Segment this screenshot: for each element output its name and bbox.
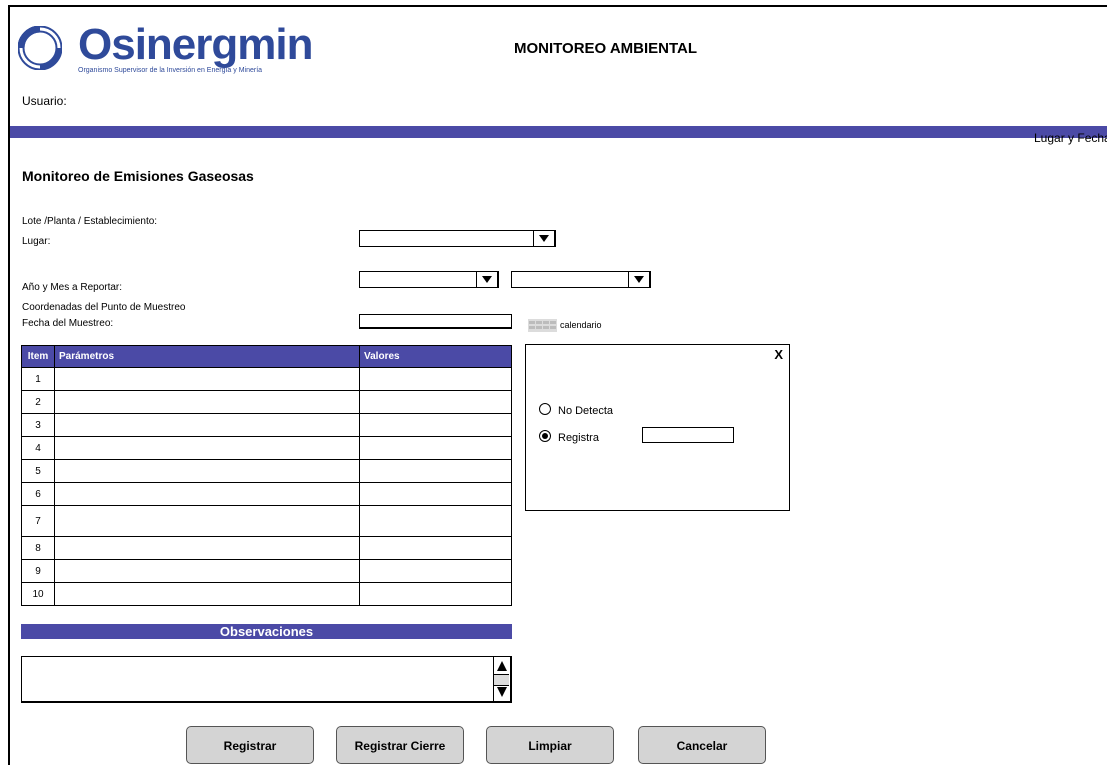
coordenadas-label: Coordenadas del Punto de Muestreo: [22, 302, 186, 313]
row-parametro[interactable]: [54, 413, 360, 437]
table-row: 6: [21, 482, 512, 506]
observaciones-textarea[interactable]: [21, 656, 512, 703]
chevron-down-icon: [482, 276, 492, 283]
observaciones-scrollbar[interactable]: [493, 657, 510, 701]
row-valor[interactable]: [359, 536, 512, 560]
table-row: 4: [21, 436, 512, 460]
radio-selected-dot: [542, 433, 548, 439]
table-row: 7: [21, 505, 512, 537]
scroll-up-icon[interactable]: [497, 661, 507, 671]
lugar-dropdown-button[interactable]: [533, 231, 556, 247]
table-row: 3: [21, 413, 512, 437]
parametros-table: Item Parámetros Valores 1 2 3 4 5 6 7 8 …: [21, 345, 512, 606]
lugar-select[interactable]: [359, 230, 556, 247]
value-popup: X No Detecta Registra: [525, 344, 790, 511]
row-item: 2: [21, 390, 55, 414]
table-header-row: Item Parámetros Valores: [21, 345, 512, 368]
frame-top-border: [8, 5, 1107, 7]
no-detecta-label: No Detecta: [558, 405, 614, 417]
page-title: MONITOREO AMBIENTAL: [514, 40, 698, 57]
chevron-down-icon: [634, 276, 644, 283]
row-valor[interactable]: [359, 482, 512, 506]
chevron-down-icon: [539, 235, 549, 242]
row-item: 10: [21, 582, 55, 606]
row-item: 6: [21, 482, 55, 506]
row-valor[interactable]: [359, 367, 512, 391]
registrar-button[interactable]: Registrar: [186, 726, 314, 764]
user-label: Usuario:: [22, 94, 67, 108]
row-valor[interactable]: [359, 459, 512, 483]
row-valor[interactable]: [359, 559, 512, 583]
table-row: 8: [21, 536, 512, 560]
row-valor[interactable]: [359, 505, 512, 537]
row-parametro[interactable]: [54, 436, 360, 460]
row-item: 7: [21, 505, 55, 537]
row-item: 3: [21, 413, 55, 437]
section-title: Monitoreo de Emisiones Gaseosas: [22, 168, 254, 184]
row-parametro[interactable]: [54, 482, 360, 506]
lugar-label: Lugar:: [22, 236, 51, 247]
row-parametro[interactable]: [54, 367, 360, 391]
row-valor[interactable]: [359, 436, 512, 460]
anio-mes-label: Año y Mes a Reportar:: [22, 282, 123, 293]
popup-close-button[interactable]: X: [774, 347, 783, 362]
table-row: 9: [21, 559, 512, 583]
header-valores: Valores: [359, 345, 512, 368]
registra-label: Registra: [558, 432, 599, 444]
table-row: 2: [21, 390, 512, 414]
logo-subtitle: Organismo Supervisor de la Inversión en …: [78, 67, 263, 74]
registrar-cierre-button[interactable]: Registrar Cierre: [336, 726, 464, 764]
row-parametro[interactable]: [54, 536, 360, 560]
row-valor[interactable]: [359, 582, 512, 606]
row-parametro[interactable]: [54, 390, 360, 414]
anio-select[interactable]: [359, 271, 499, 288]
lugar-fecha-text: Lugar y Fecha: [1034, 131, 1107, 145]
registra-radio[interactable]: [539, 430, 551, 442]
row-item: 1: [21, 367, 55, 391]
row-valor[interactable]: [359, 413, 512, 437]
row-item: 5: [21, 459, 55, 483]
cancelar-button[interactable]: Cancelar: [638, 726, 766, 764]
table-row: 1: [21, 367, 512, 391]
fecha-input[interactable]: [359, 314, 512, 329]
limpiar-button[interactable]: Limpiar: [486, 726, 614, 764]
row-item: 9: [21, 559, 55, 583]
header-item: Item: [21, 345, 55, 368]
fecha-label: Fecha del Muestreo:: [22, 318, 114, 329]
anio-dropdown-button[interactable]: [476, 272, 499, 288]
registra-value-input[interactable]: [642, 427, 734, 443]
lote-label: Lote /Planta / Establecimiento:: [22, 216, 158, 227]
row-item: 4: [21, 436, 55, 460]
row-valor[interactable]: [359, 390, 512, 414]
lugar-fecha-container: Lugar y Fecha: [1030, 130, 1107, 147]
no-detecta-radio[interactable]: [539, 403, 551, 415]
mes-dropdown-button[interactable]: [628, 272, 651, 288]
row-parametro[interactable]: [54, 582, 360, 606]
table-row: 10: [21, 582, 512, 606]
osinergmin-emblem-icon: [18, 26, 62, 70]
row-parametro[interactable]: [54, 559, 360, 583]
row-parametro[interactable]: [54, 459, 360, 483]
table-row: 5: [21, 459, 512, 483]
observaciones-header: Observaciones: [21, 624, 512, 639]
header-bar: [10, 126, 1107, 138]
logo-wordmark: Osinergmin: [78, 20, 313, 69]
scroll-thumb[interactable]: [494, 674, 509, 686]
header-parametros: Parámetros: [54, 345, 360, 368]
row-parametro[interactable]: [54, 505, 360, 537]
osinergmin-logo: Osinergmin Organismo Supervisor de la In…: [18, 22, 338, 80]
row-item: 8: [21, 536, 55, 560]
scroll-down-icon[interactable]: [497, 687, 507, 697]
calendar-icon[interactable]: [528, 319, 557, 332]
frame-left-border: [8, 5, 10, 765]
mes-select[interactable]: [511, 271, 651, 288]
calendario-link[interactable]: calendario: [560, 320, 602, 330]
